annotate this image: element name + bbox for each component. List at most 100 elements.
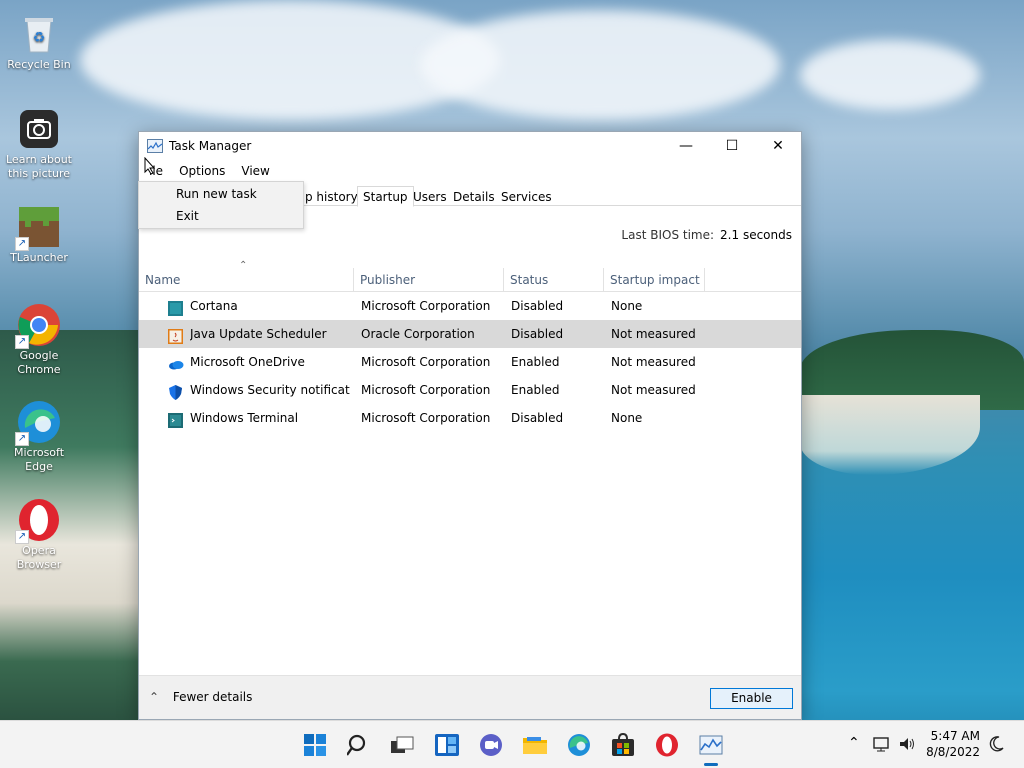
- camera-icon: [17, 107, 61, 151]
- mouse-cursor-icon: [144, 157, 156, 175]
- row-status: Disabled: [511, 327, 564, 341]
- widgets-icon[interactable]: [435, 733, 459, 757]
- row-impact: Not measured: [611, 327, 696, 341]
- store-icon[interactable]: [611, 732, 635, 757]
- grass-block-icon: ↗: [15, 205, 61, 251]
- title-bar[interactable]: Task Manager — ☐ ✕: [139, 132, 801, 160]
- desktop-icon-label: TLauncher: [10, 251, 68, 264]
- task-manager-icon: [147, 139, 163, 153]
- desktop-icon-microsoft-edge[interactable]: ↗ Microsoft Edge: [4, 400, 74, 474]
- chat-icon[interactable]: [479, 733, 503, 757]
- column-header-status[interactable]: Status: [504, 268, 604, 292]
- row-publisher: Oracle Corporation: [361, 327, 475, 341]
- row-status: Enabled: [511, 355, 560, 369]
- network-icon[interactable]: [873, 735, 891, 756]
- row-name: Cortana: [190, 299, 238, 313]
- desktop-icon-learn-about-picture[interactable]: Learn about this picture: [4, 107, 74, 181]
- desktop-icon-label: Opera Browser: [16, 544, 62, 571]
- taskbar: ⌃ 5:47 AM 8/8/2022: [0, 720, 1024, 768]
- tab-startup[interactable]: Startup: [357, 186, 414, 207]
- start-icon[interactable]: [303, 733, 327, 757]
- row-status: Disabled: [511, 299, 564, 313]
- column-headers: Name Publisher Status Startup impact: [139, 268, 801, 292]
- desktop-icon-label: Recycle Bin: [7, 58, 71, 71]
- file-menu-dropdown: Run new task Exit: [138, 181, 304, 229]
- desktop-icon-label: Microsoft Edge: [13, 446, 65, 473]
- table-row[interactable]: Windows Security notificati... Microsoft…: [139, 376, 801, 404]
- desktop-icon-recycle-bin[interactable]: ♻ Recycle Bin: [4, 12, 74, 72]
- close-button[interactable]: ✕: [755, 132, 801, 160]
- row-impact: Not measured: [611, 383, 696, 397]
- table-row[interactable]: Microsoft OneDrive Microsoft Corporation…: [139, 348, 801, 376]
- volume-icon[interactable]: [898, 735, 916, 756]
- clock-time: 5:47 AM: [930, 729, 980, 743]
- chevron-up-icon[interactable]: ⌃: [848, 735, 860, 751]
- edge-icon[interactable]: [567, 733, 591, 757]
- bios-time-label: Last BIOS time:: [621, 228, 715, 242]
- focus-assist-moon-icon[interactable]: [989, 735, 1005, 756]
- row-name: Windows Terminal: [190, 411, 299, 425]
- desktop-icon-google-chrome[interactable]: ↗ Google Chrome: [4, 303, 74, 377]
- tab-app-history[interactable]: p history: [299, 186, 364, 206]
- menu-bar: ile Options View: [139, 160, 801, 182]
- tab-details[interactable]: Details: [447, 186, 501, 206]
- tab-users[interactable]: Users: [407, 186, 453, 206]
- table-row[interactable]: Java Update Scheduler Oracle Corporation…: [139, 320, 801, 348]
- row-name: Java Update Scheduler: [190, 327, 327, 341]
- column-header-publisher[interactable]: Publisher: [354, 268, 504, 292]
- task-manager-icon[interactable]: [699, 733, 723, 757]
- shortcut-arrow-icon: ↗: [15, 530, 29, 544]
- shield-icon: [168, 382, 183, 400]
- opera-icon: ↗: [15, 498, 61, 544]
- opera-icon[interactable]: [655, 733, 679, 757]
- row-name: Microsoft OneDrive: [190, 355, 305, 369]
- menu-item-run-new-task[interactable]: Run new task: [176, 187, 257, 201]
- onedrive-icon: [168, 354, 184, 370]
- shortcut-arrow-icon: ↗: [15, 432, 29, 446]
- table-row[interactable]: Cortana Microsoft Corporation Disabled N…: [139, 292, 801, 320]
- desktop-icon-label: Learn about this picture: [6, 153, 72, 180]
- row-impact: None: [611, 411, 643, 425]
- task-view-icon[interactable]: [391, 733, 415, 757]
- edge-icon: ↗: [15, 400, 61, 446]
- column-header-name[interactable]: Name: [139, 268, 354, 292]
- recycle-bin-icon: ♻: [17, 12, 61, 56]
- java-icon: [168, 326, 183, 344]
- bios-time-value: 2.1 seconds: [720, 228, 792, 242]
- table-row[interactable]: Windows Terminal Microsoft Corporation D…: [139, 404, 801, 432]
- clock-date: 8/8/2022: [926, 745, 980, 759]
- row-impact: Not measured: [611, 355, 696, 369]
- wallpaper-cloud: [800, 40, 980, 110]
- menu-view[interactable]: View: [233, 164, 277, 178]
- minimize-button[interactable]: —: [663, 132, 709, 160]
- terminal-icon: [168, 410, 183, 428]
- row-publisher: Microsoft Corporation: [361, 383, 491, 397]
- desktop-icon-tlauncher[interactable]: ↗ TLauncher: [4, 205, 74, 265]
- desktop-icon-opera-browser[interactable]: ↗ Opera Browser: [4, 498, 74, 572]
- bios-time: Last BIOS time: 2.1 seconds: [621, 228, 792, 242]
- menu-item-exit[interactable]: Exit: [176, 209, 199, 223]
- row-publisher: Microsoft Corporation: [361, 299, 491, 313]
- maximize-button[interactable]: ☐: [709, 132, 755, 160]
- chevron-up-icon: ⌃: [149, 690, 160, 704]
- shortcut-arrow-icon: ↗: [15, 335, 29, 349]
- column-header-startup-impact[interactable]: Startup impact: [604, 268, 705, 292]
- row-name: Windows Security notificati...: [190, 383, 350, 397]
- tab-services[interactable]: Services: [495, 186, 558, 206]
- desktop-icon-label: Google Chrome: [17, 349, 61, 376]
- system-clock[interactable]: 5:47 AM 8/8/2022: [926, 728, 980, 760]
- menu-options[interactable]: Options: [171, 164, 233, 178]
- row-publisher: Microsoft Corporation: [361, 411, 491, 425]
- footer: ⌃ Fewer details Enable: [139, 675, 801, 719]
- row-publisher: Microsoft Corporation: [361, 355, 491, 369]
- cortana-icon: [168, 298, 183, 316]
- row-status: Enabled: [511, 383, 560, 397]
- enable-button[interactable]: Enable: [710, 688, 793, 709]
- file-explorer-icon[interactable]: [523, 733, 547, 757]
- fewer-details-toggle[interactable]: ⌃ Fewer details: [149, 690, 252, 704]
- active-app-indicator: [704, 763, 718, 766]
- window-title: Task Manager: [169, 139, 252, 153]
- fewer-details-label: Fewer details: [172, 690, 253, 704]
- search-icon[interactable]: [346, 733, 371, 757]
- shortcut-arrow-icon: ↗: [15, 237, 29, 251]
